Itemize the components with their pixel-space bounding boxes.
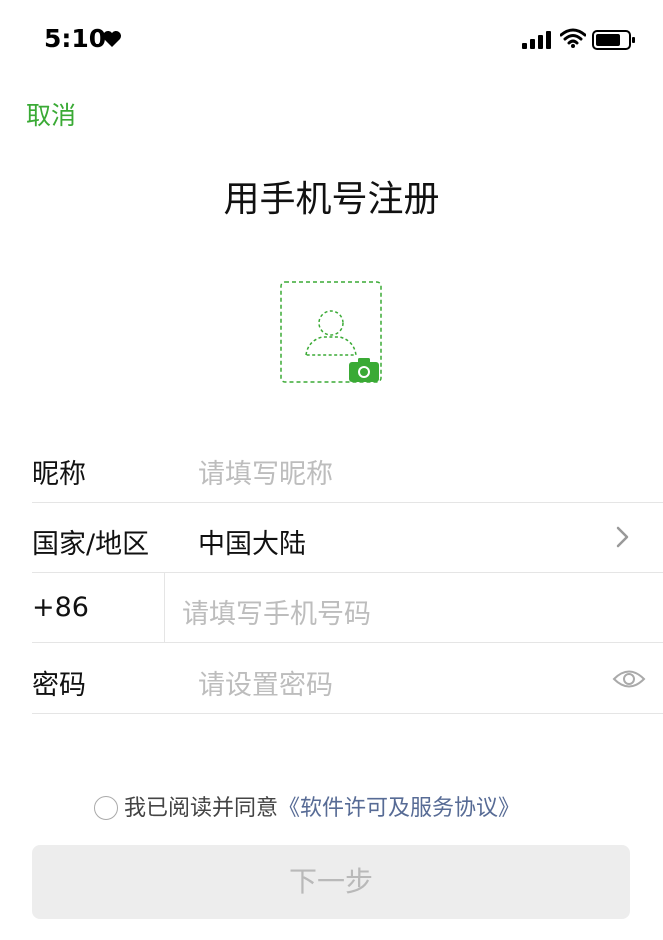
eye-icon[interactable] [612,668,646,690]
nickname-label: 昵称 [32,459,86,490]
nickname-input[interactable]: 请填写昵称 [198,452,333,491]
chevron-right-icon [616,526,629,548]
avatar-upload[interactable] [280,281,382,383]
agreement-text: 我已阅读并同意 [124,796,279,821]
divider [164,572,165,642]
status-time: 5:10 [44,24,107,53]
status-bar: 5:10 [0,0,663,80]
region-value: 中国大陆 [198,529,306,560]
region-label: 国家/地区 [32,529,150,560]
camera-icon [349,358,379,382]
password-row: 密码 请设置密码 [32,643,663,714]
country-code[interactable]: +86 [32,592,89,623]
cancel-button[interactable]: 取消 [26,96,76,132]
password-input[interactable]: 请设置密码 [198,663,333,702]
nickname-row: 昵称 请填写昵称 [32,432,663,503]
agreement-link[interactable]: 《软件许可及服务协议》 [278,796,520,821]
agreement: 我已阅读并同意《软件许可及服务协议》 [94,790,520,822]
phone-input[interactable]: 请填写手机号码 [182,592,371,631]
battery-icon [592,30,635,50]
page-title: 用手机号注册 [223,179,440,220]
cellular-signal-icon [522,31,551,49]
wifi-icon [560,28,586,48]
agree-checkbox[interactable] [94,796,118,820]
password-label: 密码 [32,670,86,701]
phone-row: +86 请填写手机号码 [32,572,663,643]
next-button[interactable]: 下一步 [32,845,630,919]
region-row[interactable]: 国家/地区 中国大陆 [32,502,663,573]
heart-icon [103,31,121,47]
